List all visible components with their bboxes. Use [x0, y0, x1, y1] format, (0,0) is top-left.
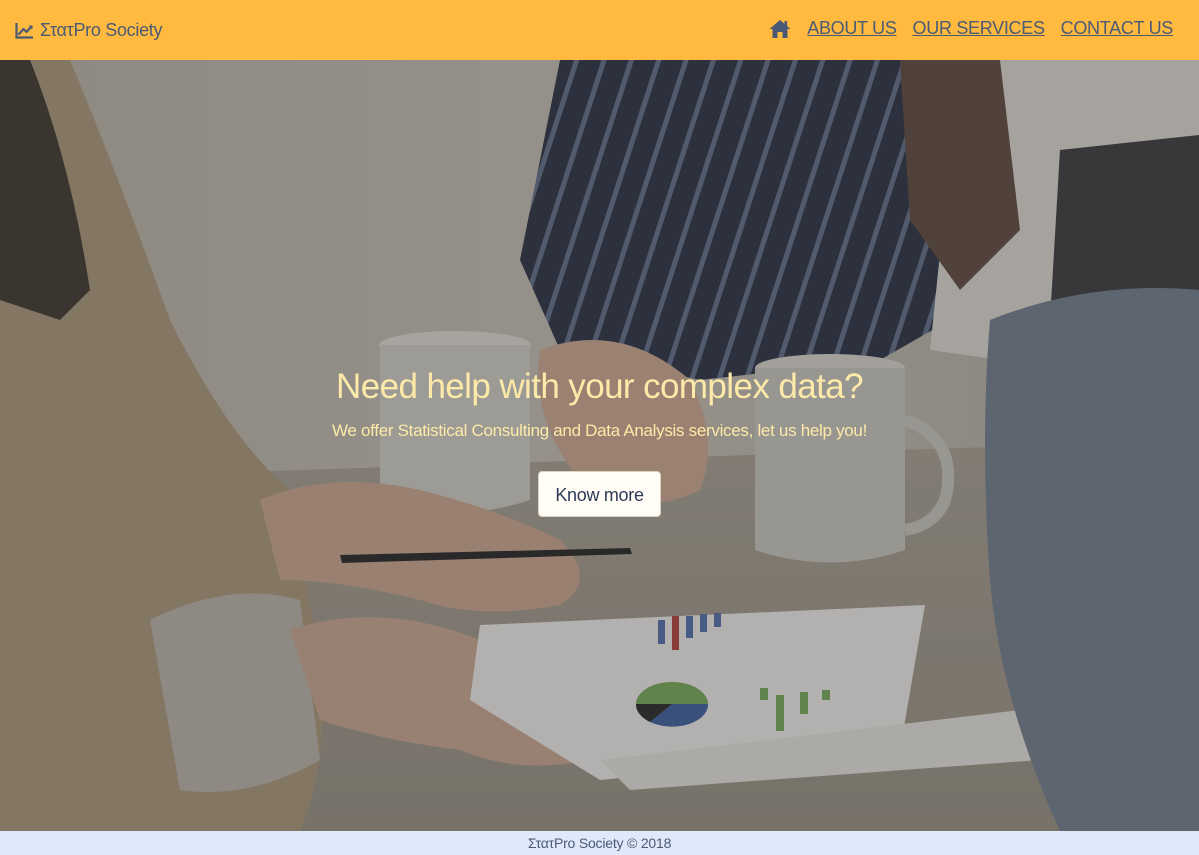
- home-icon: [769, 19, 791, 38]
- hero-subtitle: We offer Statistical Consulting and Data…: [331, 421, 868, 440]
- top-navbar: ΣτατPro Society ABOUT US OUR SERVICES CO…: [0, 0, 1199, 60]
- brand-link[interactable]: ΣτατPro Society: [15, 17, 162, 43]
- know-more-button[interactable]: Know more: [538, 471, 661, 517]
- nav-link-about-us[interactable]: ABOUT US: [807, 18, 897, 39]
- nav-links: ABOUT US OUR SERVICES CONTACT US: [769, 18, 1173, 39]
- footer-copyright: ΣτατPro Society © 2018: [527, 835, 672, 851]
- footer: ΣτατPro Society © 2018: [0, 831, 1199, 855]
- line-chart-icon: [15, 22, 33, 39]
- brand-name: ΣτατPro Society: [40, 19, 163, 40]
- hero-title: Need help with your complex data?: [336, 367, 864, 406]
- nav-link-our-services[interactable]: OUR SERVICES: [913, 18, 1045, 39]
- hero-content: Need help with your complex data? We off…: [0, 366, 1199, 517]
- hero-section: Need help with your complex data? We off…: [0, 60, 1199, 831]
- nav-link-contact-us[interactable]: CONTACT US: [1061, 18, 1174, 39]
- home-link[interactable]: [769, 19, 791, 39]
